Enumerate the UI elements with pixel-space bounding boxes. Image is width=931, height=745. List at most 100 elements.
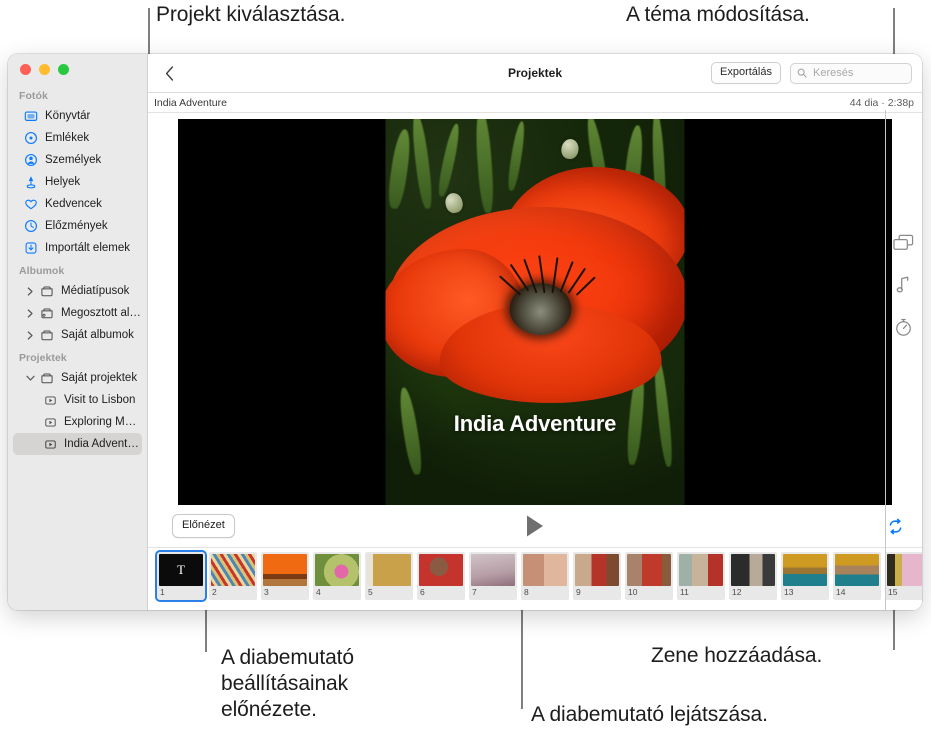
callout-play-slideshow: A diabemutató lejátszása. (531, 703, 768, 726)
import-icon (24, 241, 38, 255)
sidebar-item-shared-albums[interactable]: Megosztott albumok (13, 302, 142, 324)
export-button[interactable]: Exportálás (711, 62, 781, 84)
right-rail (886, 234, 920, 337)
thumbnail-image (679, 554, 723, 586)
sidebar-item-label: Személyek (45, 154, 102, 166)
search-field[interactable] (790, 62, 912, 84)
close-icon[interactable] (20, 63, 31, 75)
rail-divider (885, 110, 886, 610)
slide-title-overlay: India Adventure (453, 411, 617, 436)
thumbnail-image (835, 554, 879, 586)
callout-add-music: Zene hozzáadása. (651, 644, 823, 667)
callout-change-theme: A téma módosítása. (626, 3, 810, 26)
thumbnail-12[interactable]: 12 (729, 552, 777, 600)
photos-app-window: Fotók Könyvtár Emlékek Személyek Helyek … (8, 54, 922, 610)
window-controls (8, 54, 147, 84)
places-icon (24, 175, 38, 189)
callout-select-project: Projekt kiválasztása. (156, 3, 346, 26)
minimize-icon[interactable] (39, 63, 50, 75)
sidebar-item-favorites[interactable]: Kedvencek (13, 193, 142, 215)
thumbnail-image (419, 554, 463, 586)
thumbnail-4[interactable]: 4 (313, 552, 361, 600)
sidebar-item-label: Helyek (45, 176, 81, 188)
loop-icon (889, 518, 902, 534)
thumbnail-9[interactable]: 9 (573, 552, 621, 600)
duration-button[interactable] (894, 318, 913, 337)
thumbnail-image (731, 554, 775, 586)
sidebar-item-label: India Adventure (64, 438, 142, 450)
sidebar-item-visit-to-lisbon[interactable]: Visit to Lisbon (13, 389, 142, 411)
chevron-down-icon[interactable] (26, 374, 35, 383)
folder-icon (40, 371, 54, 385)
slideshow-icon (43, 437, 57, 451)
sidebar-item-india-adventure[interactable]: India Adventure (13, 433, 142, 455)
chevron-right-icon[interactable] (26, 286, 35, 296)
slide-wrap: India Adventure (148, 119, 922, 505)
memories-icon (24, 131, 38, 145)
toolbar: Projektek Exportálás (148, 54, 922, 93)
slideshow-icon (43, 415, 57, 429)
thumbnail-2[interactable]: 2 (209, 552, 257, 600)
sidebar-item-places[interactable]: Helyek (13, 171, 142, 193)
sidebar-section-albums: Albumok (19, 265, 65, 277)
thumbnail-number: 7 (472, 587, 477, 597)
thumbnail-image: T (159, 554, 203, 586)
thumbnail-5[interactable]: 5 (365, 552, 413, 600)
sidebar-item-label: Kedvencek (45, 198, 102, 210)
play-icon (527, 515, 543, 537)
thumbnail-13[interactable]: 13 (781, 552, 829, 600)
sidebar-item-exploring-mor[interactable]: Exploring Mor... (13, 411, 142, 433)
thumbnail-number: 11 (680, 587, 689, 597)
search-input[interactable] (811, 66, 905, 80)
slide-canvas[interactable]: India Adventure (178, 119, 892, 505)
sidebar-item-label: Exploring Mor... (64, 416, 142, 428)
project-name: India Adventure (154, 96, 227, 109)
slide-photo (385, 119, 685, 505)
thumbnail-11[interactable]: 11 (677, 552, 725, 600)
theme-button[interactable] (892, 234, 914, 252)
thumbnail-number: 13 (784, 587, 794, 597)
chevron-left-icon (165, 65, 173, 81)
sidebar-item-label: Médiatípusok (61, 285, 130, 297)
thumbnail-number: 1 (160, 587, 165, 597)
thumbnail-number: 9 (576, 587, 581, 597)
thumbnail-image (887, 554, 922, 586)
thumbnail-14[interactable]: 14 (833, 552, 881, 600)
thumbnail-6[interactable]: 6 (417, 552, 465, 600)
sidebar-item-my-albums[interactable]: Saját albumok (13, 324, 142, 346)
music-button[interactable] (896, 276, 911, 294)
thumbnail-number: 2 (212, 587, 217, 597)
thumbnail-8[interactable]: 8 (521, 552, 569, 600)
filmstrip[interactable]: T 1 2 3 4 5 6 7 8 9 10 11 12 13 14 15 (148, 547, 922, 610)
thumbnail-3[interactable]: 3 (261, 552, 309, 600)
sidebar-item-media-types[interactable]: Médiatípusok (13, 280, 142, 302)
preview-button[interactable]: Előnézet (172, 514, 235, 538)
sidebar-item-imported[interactable]: Importált elemek (13, 237, 142, 259)
sidebar-item-memories[interactable]: Emlékek (13, 127, 142, 149)
sidebar-item-history[interactable]: Előzmények (13, 215, 142, 237)
thumbnail-15[interactable]: 15 (885, 552, 922, 600)
zoom-icon[interactable] (58, 63, 69, 75)
slideshow-icon (43, 393, 57, 407)
chevron-right-icon[interactable] (26, 330, 35, 340)
loop-button[interactable] (887, 518, 904, 535)
sidebar-item-library[interactable]: Könyvtár (13, 105, 142, 127)
sidebar-item-people[interactable]: Személyek (13, 149, 142, 171)
sidebar-item-my-projects[interactable]: Saját projektek (13, 367, 142, 389)
project-subbar: India Adventure 44 dia · 2:38p (148, 93, 922, 113)
sidebar-item-label: Saját projektek (61, 372, 138, 384)
back-button[interactable] (160, 61, 178, 85)
thumbnail-number: 5 (368, 587, 373, 597)
thumbnail-image (263, 554, 307, 586)
thumbnail-7[interactable]: 7 (469, 552, 517, 600)
thumbnail-number: 15 (888, 587, 898, 597)
sidebar-item-label: Visit to Lisbon (64, 394, 136, 406)
thumbnail-image (315, 554, 359, 586)
thumbnail-image (471, 554, 515, 586)
chevron-right-icon[interactable] (26, 308, 35, 318)
thumbnail-image (367, 554, 411, 586)
thumbnail-1[interactable]: T 1 (155, 550, 207, 602)
play-button[interactable] (525, 514, 545, 538)
sidebar-item-label: Importált elemek (45, 242, 131, 254)
thumbnail-10[interactable]: 10 (625, 552, 673, 600)
